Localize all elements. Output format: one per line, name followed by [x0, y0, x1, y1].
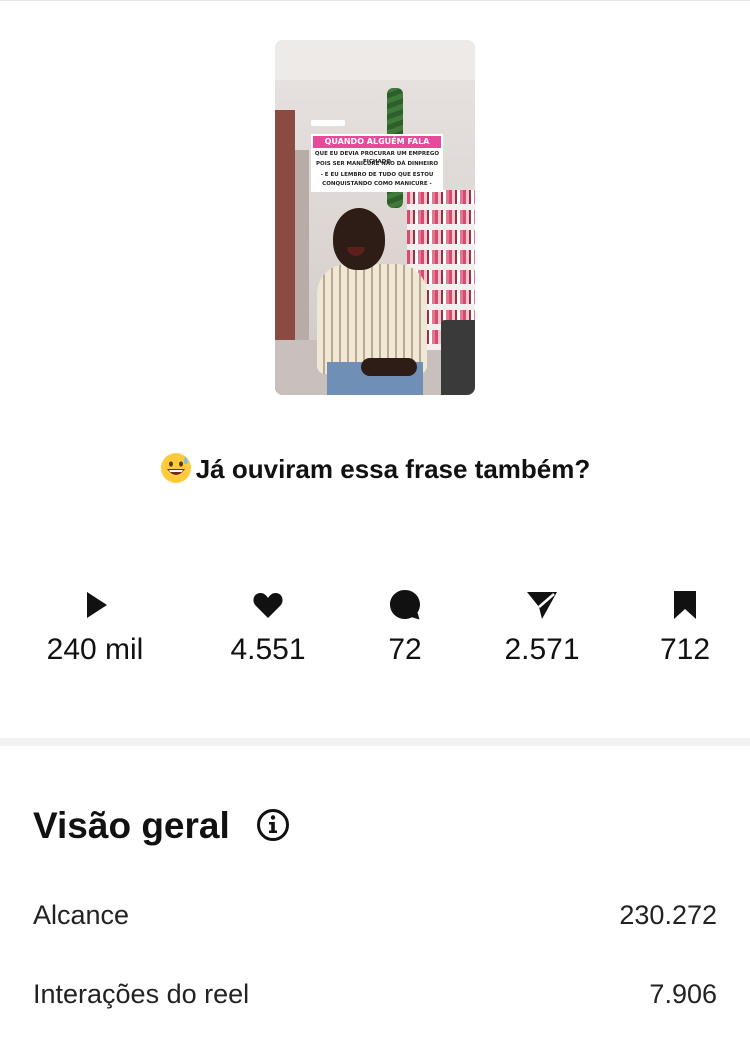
stat-plays-value: 240 mil — [46, 633, 144, 666]
play-icon — [87, 592, 107, 618]
metric-label: Alcance — [33, 900, 130, 930]
metric-row-interactions[interactable]: Interações do reel 7.906 — [33, 974, 717, 1014]
section-separator — [0, 738, 750, 746]
metric-value: 230.272 — [619, 900, 717, 930]
stat-saves: 712 — [615, 588, 750, 668]
top-divider — [0, 0, 750, 1]
reel-thumbnail[interactable]: QUANDO ALGUÉM FALA QUE EU DEVIA PROCURAR… — [275, 40, 475, 395]
metric-row-reach: Alcance 230.272 — [33, 895, 717, 935]
thumbnail-caption-line: CONQUISTANDO COMO MANICURE - — [322, 181, 432, 187]
metric-value: 7.906 — [649, 979, 717, 1009]
thumbnail-caption-line: - E EU LEMBRO DE TUDO QUE ESTOU — [320, 172, 434, 178]
share-icon — [527, 592, 557, 619]
stat-plays: 240 mil — [25, 588, 165, 668]
overview-title: Visão geral — [33, 805, 230, 846]
stat-likes: 4.551 — [198, 588, 338, 668]
metric-label: Interações do reel — [33, 979, 250, 1009]
stat-comments-value: 72 — [388, 633, 422, 666]
stat-shares-value: 2.571 — [504, 633, 580, 666]
stat-saves-value: 712 — [659, 633, 711, 666]
stat-shares: 2.571 — [472, 588, 612, 668]
thumbnail-caption-line: POIS SER MANICURE NÃO DÁ DINHEIRO — [315, 161, 438, 167]
heart-icon — [253, 593, 283, 618]
stat-likes-value: 4.551 — [230, 633, 306, 666]
reel-caption: Já ouviram essa frase também? — [0, 451, 750, 487]
grinning-face-with-sweat-icon — [160, 453, 191, 483]
reel-stats-row: 240 mil 4.551 72 2.571 712 — [0, 588, 750, 678]
info-icon[interactable] — [256, 808, 290, 842]
comment-icon — [390, 590, 420, 620]
caption-text: Já ouviram essa frase também? — [195, 454, 591, 484]
thumbnail-headline: QUANDO ALGUÉM FALA — [313, 136, 441, 148]
reel-insights-page: QUANDO ALGUÉM FALA QUE EU DEVIA PROCURAR… — [0, 0, 750, 1049]
bookmark-icon — [674, 591, 696, 619]
stat-comments: 72 — [335, 588, 475, 668]
